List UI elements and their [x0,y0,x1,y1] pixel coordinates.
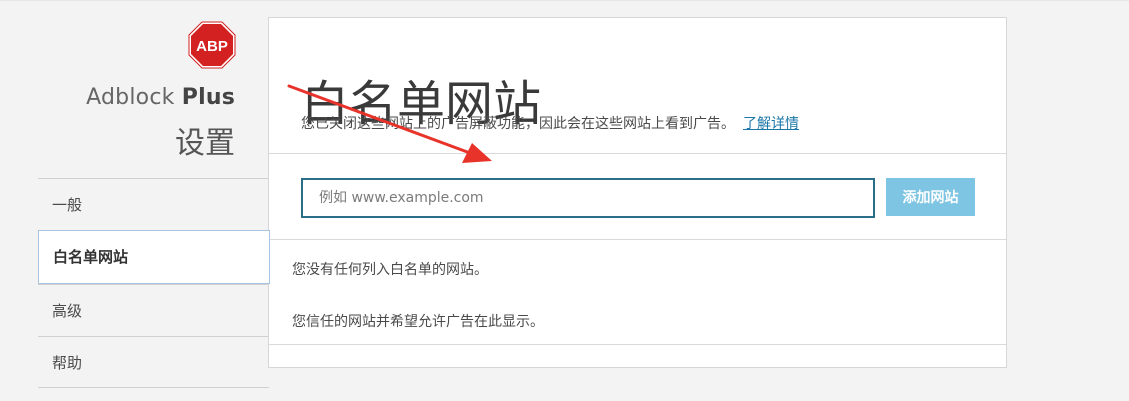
sidebar-item-help[interactable]: 帮助 [38,336,269,388]
divider [269,239,1006,240]
sidebar: ABP Adblock Plus 设置 一般 白名单网站 高级 帮助 [38,0,270,401]
brand-name-bold: Plus [181,85,235,110]
sidebar-nav: 一般 白名单网站 高级 帮助 [38,178,270,388]
website-input[interactable] [301,178,875,218]
empty-list-message: 您没有任何列入白名单的网站。 [292,262,488,278]
sidebar-item-whitelisted-websites[interactable]: 白名单网站 [38,230,270,284]
add-website-button[interactable]: 添加网站 [886,178,975,216]
logo-text: ABP [196,38,228,55]
page-description: 您已关闭这些网站上的广告屏蔽功能，因此会在这些网站上看到广告。 了解详情 [301,113,799,133]
main-panel: 白名单网站 您已关闭这些网站上的广告屏蔽功能，因此会在这些网站上看到广告。 了解详… [268,17,1007,368]
sidebar-item-general[interactable]: 一般 [38,178,269,230]
description-text: 您已关闭这些网站上的广告屏蔽功能，因此会在这些网站上看到广告。 [301,116,735,132]
brand-name: Adblock Plus [86,85,235,110]
settings-title: 设置 [175,126,235,161]
learn-more-link[interactable]: 了解详情 [743,116,799,132]
divider [269,344,1006,345]
divider [269,153,1006,154]
brand-name-light: Adblock [86,85,175,110]
abp-logo-icon: ABP [188,21,236,69]
sidebar-item-advanced[interactable]: 高级 [38,284,269,336]
hint-message: 您信任的网站并希望允许广告在此显示。 [292,314,544,330]
